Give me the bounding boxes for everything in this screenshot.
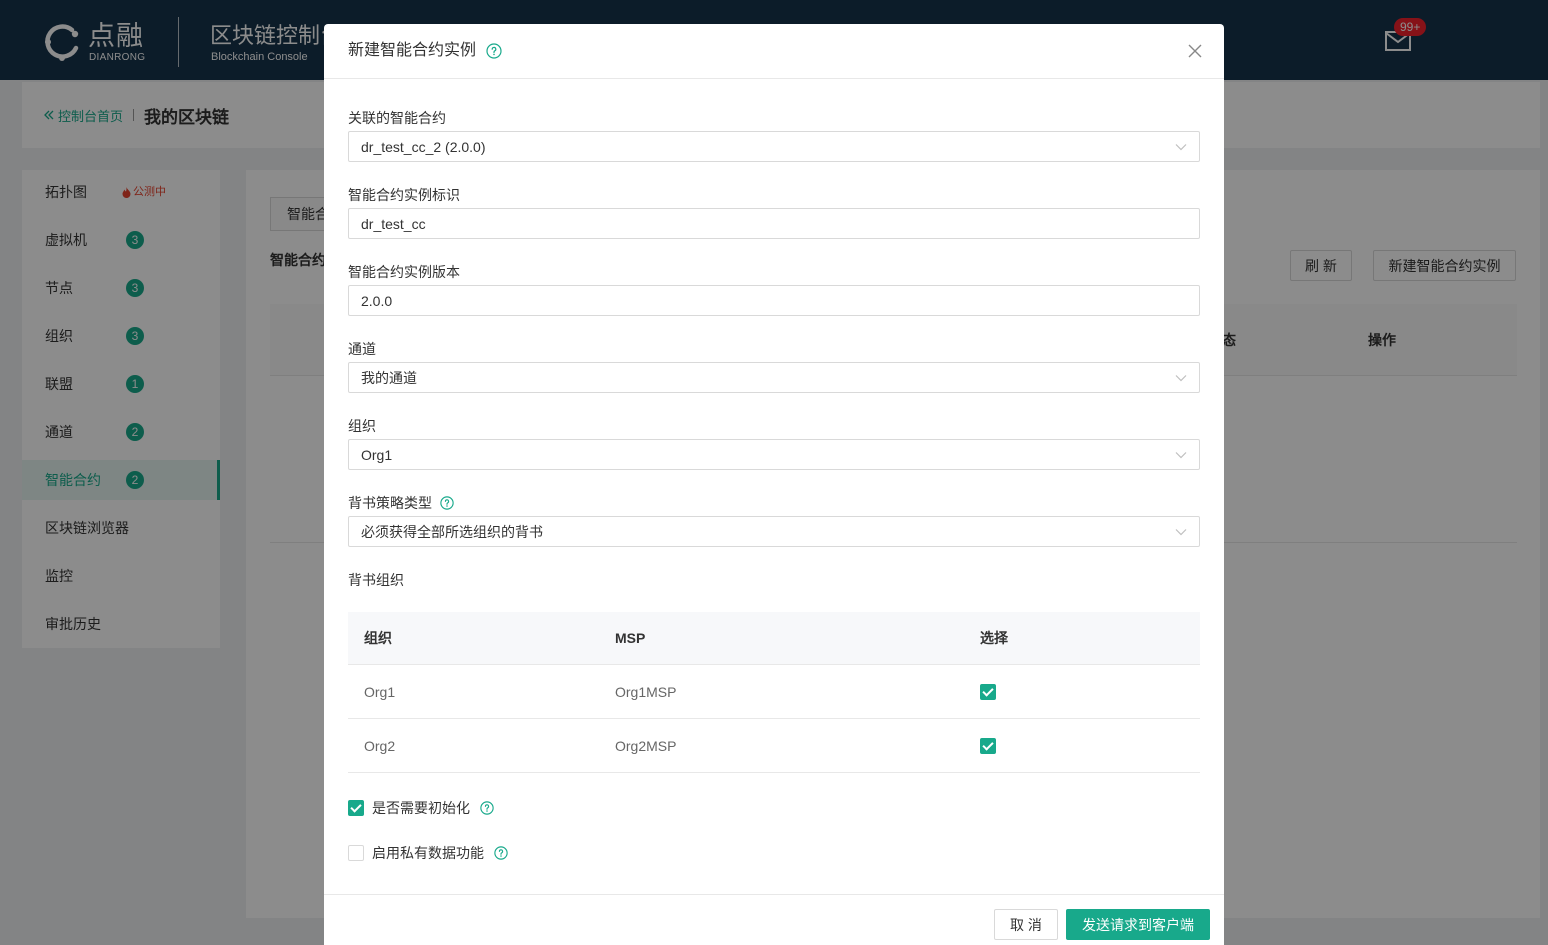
instance-id-input[interactable] bbox=[348, 208, 1200, 239]
table-header-row: 组织 MSP 选择 bbox=[348, 612, 1200, 665]
close-icon[interactable] bbox=[1188, 44, 1202, 58]
modal-title: 新建智能合约实例 bbox=[348, 42, 477, 59]
create-contract-instance-modal: 新建智能合约实例 关联的智能合约 dr_test_cc_2 (2.0.0) 智能… bbox=[324, 24, 1224, 945]
option-label: 启用私有数据功能 bbox=[372, 845, 484, 861]
need-init-option[interactable]: 是否需要初始化 bbox=[348, 798, 1200, 818]
chevron-down-icon bbox=[1175, 451, 1187, 459]
form-group-instance-version: 智能合约实例版本 bbox=[348, 262, 1200, 316]
checkbox-icon[interactable] bbox=[348, 845, 364, 861]
chevron-down-icon bbox=[1175, 143, 1187, 151]
help-icon[interactable] bbox=[440, 496, 454, 510]
chevron-down-icon bbox=[1175, 374, 1187, 382]
contract-select[interactable]: dr_test_cc_2 (2.0.0) bbox=[348, 131, 1200, 162]
field-label: 背书策略类型 bbox=[348, 495, 432, 511]
org-cell: Org1 bbox=[364, 683, 396, 700]
field-label: 智能合约实例标识 bbox=[348, 187, 460, 203]
help-icon[interactable] bbox=[480, 801, 494, 815]
checkbox-icon[interactable] bbox=[980, 737, 996, 754]
field-label: 关联的智能合约 bbox=[348, 110, 446, 126]
select-cell bbox=[964, 737, 1200, 754]
column-header-org: 组织 bbox=[364, 630, 392, 646]
field-label-row: 背书策略类型 bbox=[348, 493, 1200, 513]
instance-version-input[interactable] bbox=[348, 285, 1200, 316]
table-row: Org1 Org1MSP bbox=[348, 665, 1200, 719]
checkbox-icon[interactable] bbox=[348, 800, 364, 816]
form-group-channel: 通道 我的通道 bbox=[348, 339, 1200, 393]
column-header-select: 选择 bbox=[980, 630, 1008, 646]
modal-body: 关联的智能合约 dr_test_cc_2 (2.0.0) 智能合约实例标识 智能… bbox=[324, 79, 1224, 863]
select-cell bbox=[964, 683, 1200, 700]
org-cell: Org2 bbox=[364, 737, 396, 754]
field-label: 通道 bbox=[348, 341, 376, 357]
select-value: Org1 bbox=[361, 446, 393, 463]
modal-footer: 取 消 发送请求到客户端 bbox=[324, 894, 1224, 945]
checkbox-icon[interactable] bbox=[980, 683, 996, 700]
endorsement-orgs-table: 组织 MSP 选择 Org1 Org1MSP Org2 Org2MSP bbox=[348, 612, 1200, 773]
submit-button[interactable]: 发送请求到客户端 bbox=[1066, 909, 1210, 940]
cancel-button[interactable]: 取 消 bbox=[994, 909, 1058, 940]
form-group-endorsement-policy: 背书策略类型 必须获得全部所选组织的背书 bbox=[348, 493, 1200, 547]
channel-select[interactable]: 我的通道 bbox=[348, 362, 1200, 393]
chevron-down-icon bbox=[1175, 528, 1187, 536]
form-group-contract: 关联的智能合约 dr_test_cc_2 (2.0.0) bbox=[348, 108, 1200, 162]
select-value: dr_test_cc_2 (2.0.0) bbox=[361, 138, 486, 155]
msp-cell: Org2MSP bbox=[615, 737, 677, 754]
table-row: Org2 Org2MSP bbox=[348, 719, 1200, 773]
option-label: 是否需要初始化 bbox=[372, 800, 470, 816]
form-group-org: 组织 Org1 bbox=[348, 416, 1200, 470]
select-value: 我的通道 bbox=[361, 369, 417, 386]
column-header-msp: MSP bbox=[615, 630, 646, 646]
modal-header: 新建智能合约实例 bbox=[324, 24, 1224, 79]
help-icon[interactable] bbox=[494, 846, 508, 860]
endorsement-policy-select[interactable]: 必须获得全部所选组织的背书 bbox=[348, 516, 1200, 547]
options: 是否需要初始化 启用私有数据功能 bbox=[348, 798, 1200, 863]
field-label: 智能合约实例版本 bbox=[348, 264, 460, 280]
field-label: 组织 bbox=[348, 418, 376, 434]
help-icon[interactable] bbox=[486, 43, 502, 59]
form-group-instance-id: 智能合约实例标识 bbox=[348, 185, 1200, 239]
endorsement-orgs-label: 背书组织 bbox=[348, 572, 404, 588]
org-select[interactable]: Org1 bbox=[348, 439, 1200, 470]
select-value: 必须获得全部所选组织的背书 bbox=[361, 523, 543, 540]
msp-cell: Org1MSP bbox=[615, 683, 677, 700]
private-data-option[interactable]: 启用私有数据功能 bbox=[348, 843, 1200, 863]
